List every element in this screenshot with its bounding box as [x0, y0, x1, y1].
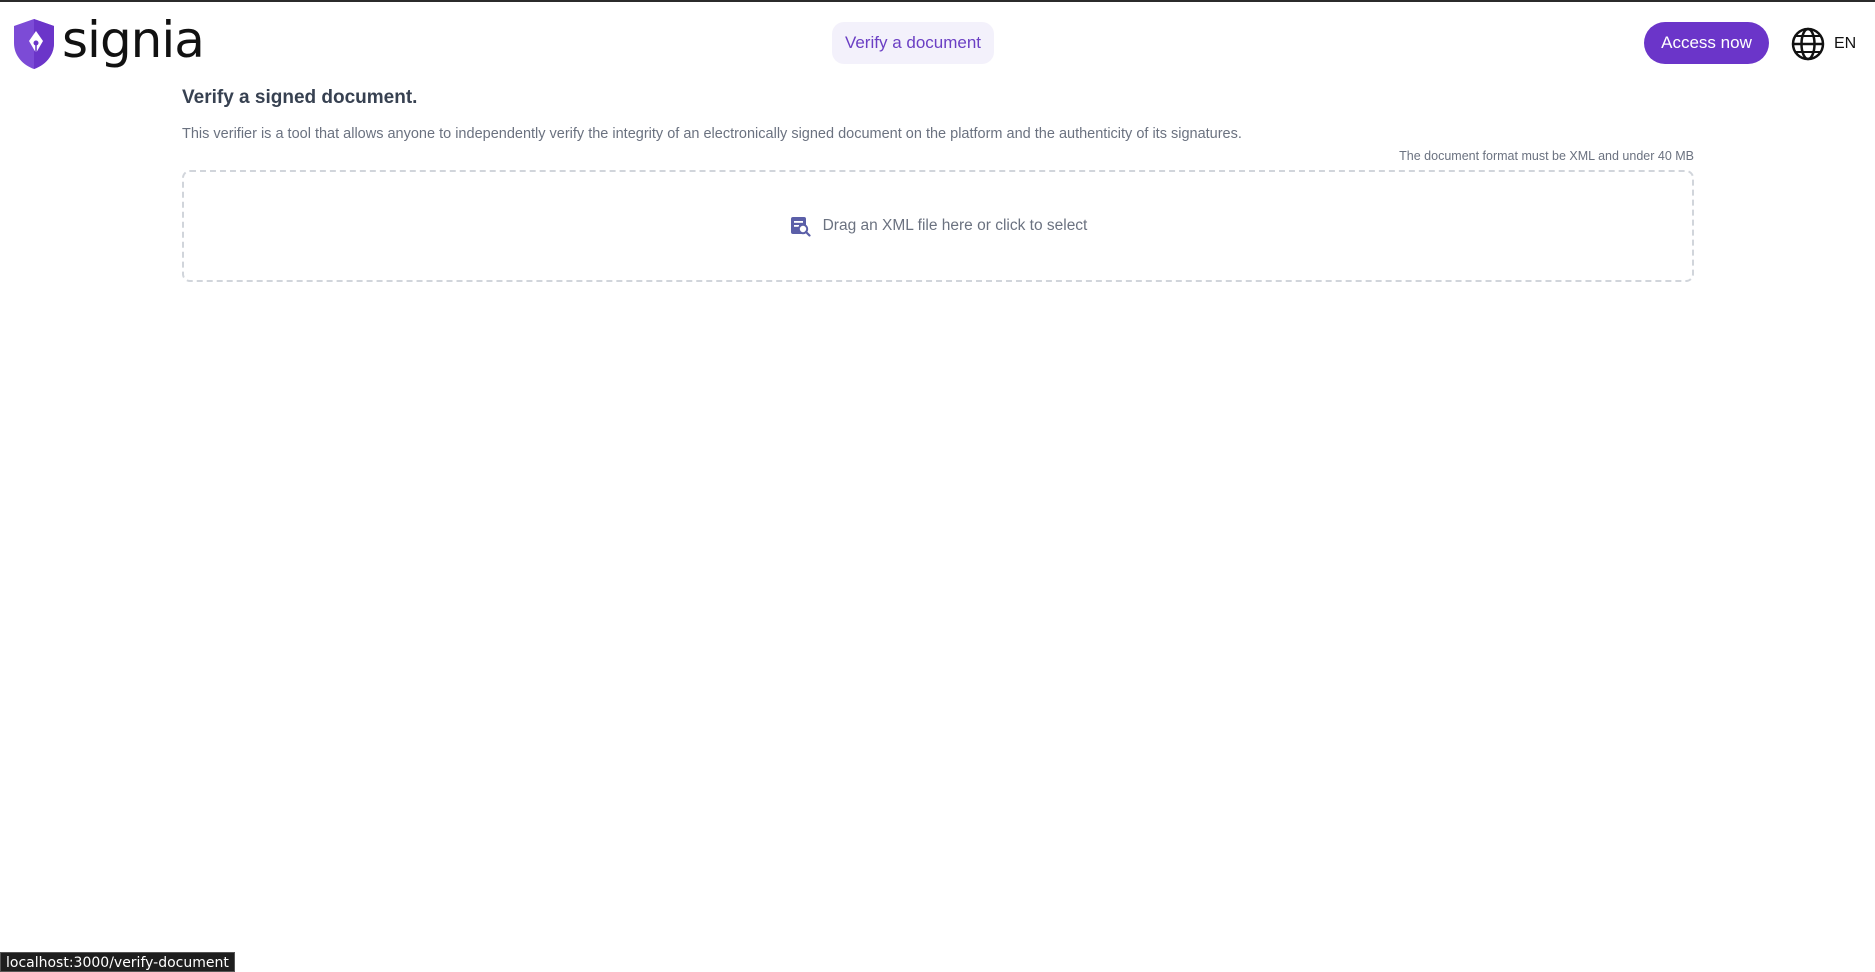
- logo-text: signia: [62, 11, 205, 69]
- logo[interactable]: signia: [12, 11, 205, 72]
- language-selector[interactable]: EN: [1790, 26, 1856, 62]
- language-label: EN: [1834, 35, 1857, 52]
- access-now-button[interactable]: Access now: [1644, 22, 1769, 64]
- globe-icon: [1791, 27, 1825, 61]
- file-dropzone[interactable]: Drag an XML file here or click to select: [182, 170, 1694, 282]
- status-bar-url: localhost:3000/verify-document: [0, 952, 235, 972]
- dropzone-text: Drag an XML file here or click to select: [822, 217, 1088, 234]
- main-content: Verify a signed document. This verifier …: [182, 86, 1694, 282]
- page-description: This verifier is a tool that allows anyo…: [182, 126, 1242, 142]
- shield-pen-icon: [14, 19, 54, 69]
- nav-verify-document[interactable]: Verify a document: [832, 22, 994, 64]
- page-title: Verify a signed document.: [182, 87, 418, 108]
- document-search-icon: [790, 217, 811, 237]
- format-note: The document format must be XML and unde…: [1399, 149, 1694, 163]
- header: signia Verify a document Access now EN: [0, 2, 1875, 86]
